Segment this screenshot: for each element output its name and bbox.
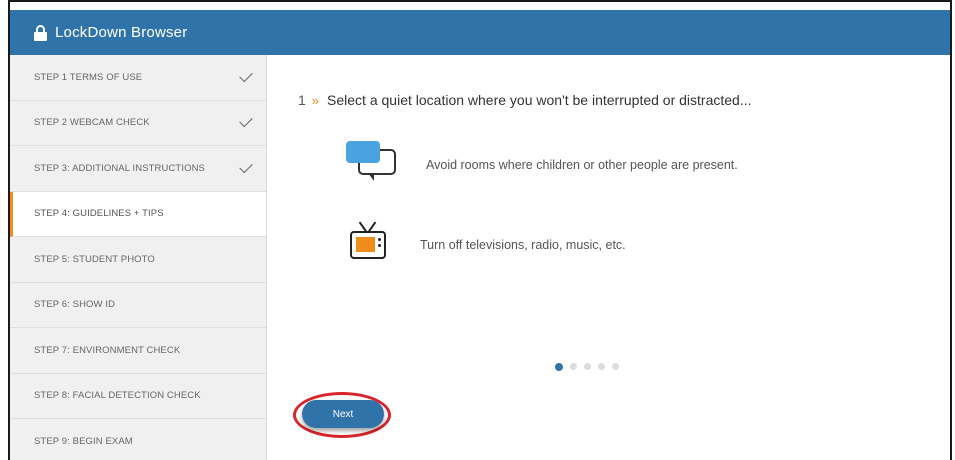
tip-turn-off-tv: Turn off televisions, radio, music, etc. [350, 221, 626, 269]
step-label: STEP 2 WEBCAM CHECK [34, 117, 150, 129]
sidebar-step-7[interactable]: STEP 7: ENVIRONMENT CHECK [10, 328, 266, 374]
sidebar-step-1[interactable]: STEP 1 TERMS OF USE [10, 55, 266, 101]
pagination-dot-2[interactable] [570, 363, 577, 370]
sidebar-step-5[interactable]: STEP 5: STUDENT PHOTO [10, 237, 266, 283]
guideline-heading: 1 » Select a quiet location where you wo… [298, 92, 752, 108]
chat-bubbles-icon [346, 141, 406, 189]
guideline-number: 1 [298, 92, 306, 108]
sidebar-step-2[interactable]: STEP 2 WEBCAM CHECK [10, 101, 266, 146]
pagination-dot-5[interactable] [612, 363, 619, 370]
step-label: STEP 5: STUDENT PHOTO [34, 253, 155, 265]
tip-avoid-people: Avoid rooms where children or other peop… [346, 141, 738, 189]
sidebar-step-4[interactable]: STEP 4: GUIDELINES + TIPS [10, 191, 266, 237]
tip-text: Turn off televisions, radio, music, etc. [420, 238, 626, 252]
checkmark-icon [239, 114, 253, 128]
step-label: STEP 8: FACIAL DETECTION CHECK [34, 390, 201, 402]
step-label: STEP 3: ADDITIONAL INSTRUCTIONS [34, 162, 205, 174]
pagination-dot-4[interactable] [598, 363, 605, 370]
step-label: STEP 1 TERMS OF USE [34, 71, 143, 83]
sidebar-step-6[interactable]: STEP 6: SHOW ID [10, 283, 266, 328]
title-bar: LockDown Browser [10, 10, 950, 55]
next-button[interactable]: Next [302, 400, 384, 428]
app-title: LockDown Browser [55, 24, 188, 41]
tip-text: Avoid rooms where children or other peop… [426, 158, 738, 172]
lockdown-browser-window: LockDown Browser STEP 1 TERMS OF USE STE… [8, 0, 952, 460]
step-label: STEP 6: SHOW ID [34, 299, 116, 311]
pagination-dot-1[interactable] [555, 363, 563, 371]
chevron-right-icon: » [311, 92, 319, 108]
guideline-text: Select a quiet location where you won't … [327, 92, 752, 108]
step-label: STEP 4: GUIDELINES + TIPS [34, 208, 164, 220]
checkmark-icon [239, 159, 253, 173]
step-label: STEP 9: BEGIN EXAM [34, 435, 133, 447]
pagination-dot-3[interactable] [584, 363, 591, 370]
television-icon [350, 221, 390, 269]
sidebar-step-3[interactable]: STEP 3: ADDITIONAL INSTRUCTIONS [10, 146, 266, 192]
lock-icon [34, 24, 47, 41]
sidebar-step-8[interactable]: STEP 8: FACIAL DETECTION CHECK [10, 374, 266, 419]
sidebar-step-9[interactable]: STEP 9: BEGIN EXAM [10, 419, 266, 460]
step-label: STEP 7: ENVIRONMENT CHECK [34, 344, 181, 356]
pagination-dots [555, 363, 619, 371]
steps-sidebar: STEP 1 TERMS OF USE STEP 2 WEBCAM CHECK … [10, 55, 267, 460]
checkmark-icon [239, 68, 253, 82]
